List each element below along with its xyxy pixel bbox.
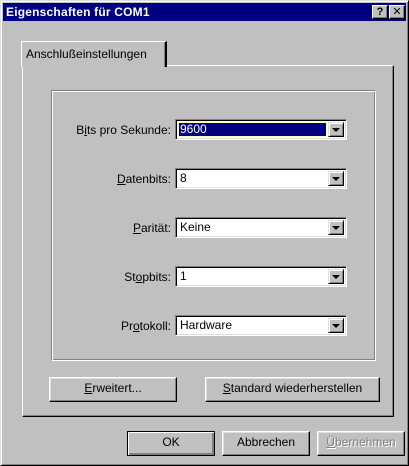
cancel-button[interactable]: Abbrechen [222,431,310,456]
parity-value: Keine [180,220,211,234]
help-icon: ? [376,6,384,18]
chevron-down-icon[interactable] [328,220,344,235]
bits-per-second-select[interactable]: 9600 [175,119,347,140]
chevron-down-icon[interactable] [328,269,344,284]
chevron-down-icon[interactable] [328,122,344,137]
bits-per-second-value: 9600 [178,122,327,137]
ok-button[interactable]: OK [127,431,215,456]
protocol-value: Hardware [180,318,233,332]
stopbits-value: 1 [180,269,187,283]
databits-value: 8 [180,171,187,185]
bits-per-second-label: Bits pro Sekunde: [76,123,171,137]
chevron-down-icon[interactable] [328,318,344,333]
tab-label: Anschlußeinstellungen [26,47,147,61]
parity-label: Parität: [132,221,171,235]
title-bar: Eigenschaften für COM1 ? ✕ [3,3,406,21]
stopbits-label: Stopbits: [124,270,171,284]
restore-defaults-button[interactable]: Standard wiederherstellen [205,377,380,402]
window-title: Eigenschaften für COM1 [6,5,150,19]
close-button[interactable]: ✕ [389,5,405,19]
protocol-select[interactable]: Hardware [175,315,347,336]
databits-label: Datenbits: [116,172,171,186]
chevron-down-icon[interactable] [328,171,344,186]
stopbits-select[interactable]: 1 [175,266,347,287]
protocol-label: Protokoll: [120,319,171,333]
help-button[interactable]: ? [372,5,388,19]
parity-select[interactable]: Keine [175,217,347,238]
apply-button[interactable]: Übernehmen [317,431,405,456]
properties-dialog: Eigenschaften für COM1 ? ✕ Anschlußeinst… [0,0,409,466]
close-icon: ✕ [392,6,402,18]
advanced-button[interactable]: Erweitert... [49,377,177,402]
databits-select[interactable]: 8 [175,168,347,189]
tab-anschlusseinstellungen[interactable]: Anschlußeinstellungen [21,41,167,67]
